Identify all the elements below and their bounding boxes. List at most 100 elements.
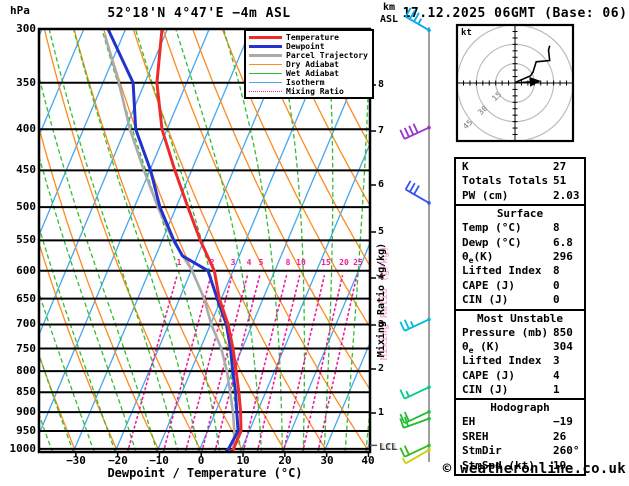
pressure-tick-label: 400 <box>6 122 36 135</box>
table-row: SREH26 <box>456 430 584 444</box>
table-row-value: 8 <box>553 221 560 235</box>
wind-barb <box>400 385 430 398</box>
table-row-value: 3 <box>553 354 560 368</box>
mixing-ratio-value-label: 5 <box>251 258 271 267</box>
table-row: EH −19 <box>456 415 584 429</box>
table-row-label: CIN (J) <box>462 293 508 307</box>
legend-line-sample <box>249 64 282 65</box>
table-row-value: 850 <box>553 326 573 340</box>
table-section: Most UnstablePressure (mb) 850θe (K)304Li… <box>456 309 584 399</box>
table-row: θe (K)304 <box>456 340 584 354</box>
x-axis-title: Dewpoint / Temperature (°C) <box>60 466 350 480</box>
legend-item-label: Temperature <box>286 33 339 42</box>
table-row-label: Pressure (mb) <box>462 326 548 340</box>
wind-barb <box>400 318 430 331</box>
legend-line-sample <box>249 36 282 39</box>
pressure-tick-label: 450 <box>6 163 36 176</box>
table-row-value: 0 <box>553 293 560 307</box>
table-row-label: PW (cm) <box>462 189 508 203</box>
table-row: K 27 <box>456 160 584 174</box>
km-tick-label: 7 <box>378 125 384 136</box>
table-row: θe(K)296 <box>456 250 584 264</box>
table-row-label: CAPE (J) <box>462 279 515 293</box>
table-row-value: 296 <box>553 250 573 264</box>
table-section: SurfaceTemp (°C) 8 Dewp (°C) 6.8θe(K)296Lif… <box>456 204 584 308</box>
legend-item: Dewpoint <box>249 42 369 51</box>
wind-barb <box>406 8 431 32</box>
km-tick-label: 8 <box>378 79 384 90</box>
table-row-label: K <box>462 160 469 174</box>
km-tick-label: 6 <box>378 179 384 190</box>
table-row: Pressure (mb) 850 <box>456 326 584 340</box>
mixing-ratio-value-label: 15 <box>316 258 336 267</box>
temp-tick-label: 40 <box>350 454 386 467</box>
pressure-tick-label: 900 <box>6 405 36 418</box>
table-row-label: EH <box>462 415 475 429</box>
mixing-ratio-value-label: 1 <box>169 258 189 267</box>
table-row-value: 4 <box>553 369 560 383</box>
mixing-ratio-value-label: 10 <box>291 258 311 267</box>
table-row-value: 304 <box>553 340 573 354</box>
pressure-tick-label: 650 <box>6 292 36 305</box>
table-row-label: CAPE (J) <box>462 369 515 383</box>
legend-item-label: Isotherm <box>286 78 325 87</box>
hodograph-unit-label: kt <box>461 28 472 38</box>
table-row: Temp (°C) 8 <box>456 221 584 235</box>
pressure-tick-label: 300 <box>6 22 36 35</box>
pressure-tick-label: 1000 <box>6 442 36 455</box>
table-row: Dewp (°C) 6.8 <box>456 236 584 250</box>
table-row-label: StmDir <box>462 444 502 458</box>
pressure-tick-label: 700 <box>6 317 36 330</box>
legend-line-sample <box>249 45 282 48</box>
indices-table: K27Totals Totals51PW (cm)2.03SurfaceTemp… <box>454 157 586 476</box>
table-section-header: Surface <box>456 207 584 221</box>
km-tick-label: 1 <box>378 407 384 418</box>
table-row-value: −19 <box>553 415 573 429</box>
legend-item-label: Dry Adiabat <box>286 60 339 69</box>
wind-barb <box>400 124 430 139</box>
pressure-tick-label: 350 <box>6 76 36 89</box>
table-row: CIN (J) 0 <box>456 293 584 307</box>
table-row-label: Dewp (°C) <box>462 236 522 250</box>
wind-barb-column <box>400 8 431 463</box>
wind-barb <box>400 444 430 457</box>
table-row: StmDir 260° <box>456 444 584 458</box>
legend-line-sample <box>249 82 282 83</box>
sounding-chart-page: hPa 52°18'N 4°47'E −4m ASL 17.12.2025 06… <box>0 0 629 486</box>
pressure-tick-label: 600 <box>6 264 36 277</box>
legend-item: Parcel Trajectory <box>249 51 369 60</box>
legend-item-label: Mixing Ratio <box>286 87 344 96</box>
wind-barb <box>400 410 430 423</box>
lcl-marker-label: LCL <box>379 442 397 453</box>
chart-legend: TemperatureDewpointParcel TrajectoryDry … <box>244 29 374 99</box>
legend-line-sample <box>249 91 282 92</box>
table-row-label: Lifted Index <box>462 264 541 278</box>
mixing-ratio-axis-title: Mixing Ratio (g/kg) <box>376 225 390 375</box>
table-row-value: 1 <box>553 383 560 397</box>
table-row-value: 51 <box>553 174 566 188</box>
table-section-header: Hodograph <box>456 401 584 415</box>
table-row: CAPE (J) 4 <box>456 369 584 383</box>
wind-barb <box>406 181 431 205</box>
table-row-value: 2.03 <box>553 189 580 203</box>
table-row-label: Temp (°C) <box>462 221 522 235</box>
mixing-ratio-value-label: 2 <box>202 258 222 267</box>
table-row: Lifted Index8 <box>456 264 584 278</box>
legend-item-label: Parcel Trajectory <box>286 51 368 60</box>
table-row-value: 0 <box>553 279 560 293</box>
legend-item: Temperature <box>249 33 369 42</box>
table-row-value: 260° <box>553 444 580 458</box>
table-section-header: Most Unstable <box>456 312 584 326</box>
pressure-tick-label: 750 <box>6 342 36 355</box>
table-row-value: 27 <box>553 160 566 174</box>
table-row-value: 6.8 <box>553 236 573 250</box>
pressure-tick-label: 500 <box>6 200 36 213</box>
table-row-label: Totals Totals <box>462 174 548 188</box>
pressure-tick-label: 800 <box>6 364 36 377</box>
table-row: Totals Totals 51 <box>456 174 584 188</box>
table-row: PW (cm) 2.03 <box>456 189 584 203</box>
table-row: Lifted Index3 <box>456 354 584 368</box>
legend-item-label: Dewpoint <box>286 42 325 51</box>
table-row-value: 26 <box>553 430 566 444</box>
watermark: © weatheronline.co.uk <box>443 461 626 477</box>
